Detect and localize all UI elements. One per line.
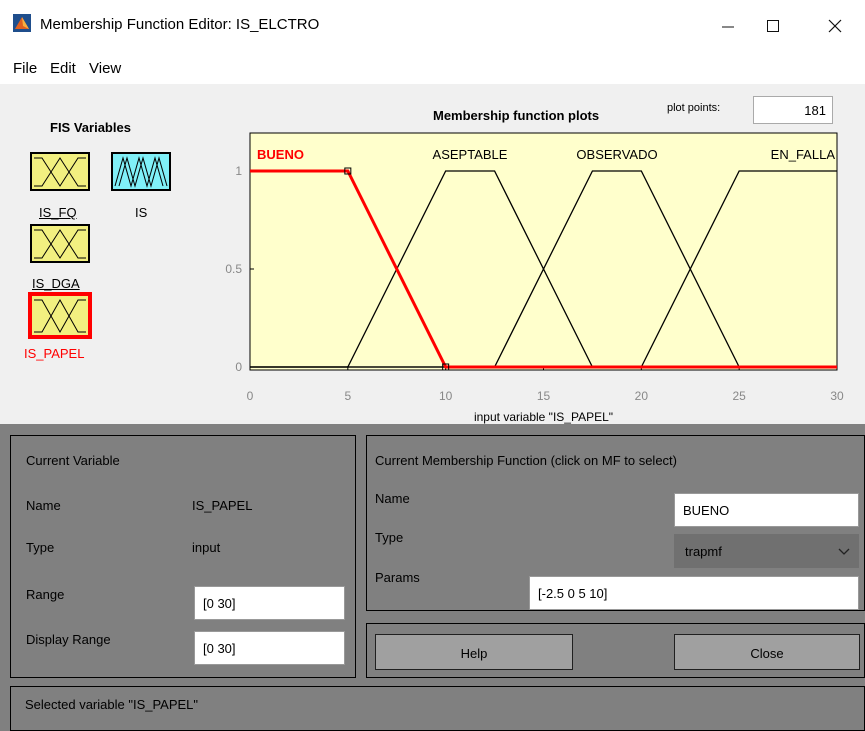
current-mf-panel: Current Membership Function (click on MF… [366, 435, 865, 611]
range-input[interactable]: [0 30] [194, 586, 345, 620]
mf-params-input[interactable]: [-2.5 0 5 10] [529, 576, 859, 610]
display-range-input[interactable]: [0 30] [194, 631, 345, 665]
help-button[interactable]: Help [375, 634, 573, 670]
display-range-label: Display Range [26, 632, 111, 647]
mf-label-observado: OBSERVADO [576, 147, 657, 162]
mf-label-aseptable: ASEPTABLE [433, 147, 508, 162]
mf-type-label: Type [375, 530, 404, 545]
plot-area [249, 132, 838, 371]
minimize-icon [722, 26, 734, 28]
membership-function-plot[interactable]: 0 5 10 15 20 25 30 0 0.5 1 input variable "IS_PAPE… [0, 84, 865, 424]
mf-params-label: Params [375, 570, 420, 585]
menu-bar: File Edit View [0, 52, 865, 84]
title-bar: Membership Function Editor: IS_ELCTRO [0, 0, 865, 52]
mf-type-select[interactable]: trapmf [674, 534, 859, 568]
minimize-button[interactable] [705, 8, 751, 44]
mf-label-en-falla: EN_FALLA [771, 147, 836, 162]
y-tick-label: 1 [235, 164, 242, 178]
mf-type-value: trapmf [685, 544, 722, 559]
matlab-logo-icon [13, 14, 31, 32]
menu-view[interactable]: View [89, 60, 121, 77]
window-title: Membership Function Editor: IS_ELCTRO [40, 16, 320, 33]
maximize-icon [767, 20, 779, 32]
y-tick-label: 0.5 [225, 262, 242, 276]
upper-area: FIS Variables IS_FQ IS IS_DGA IS_PAPEL M… [0, 84, 865, 424]
x-tick-label: 30 [830, 389, 844, 403]
range-label: Range [26, 587, 65, 602]
x-tick-label: 0 [247, 389, 254, 403]
menu-edit[interactable]: Edit [50, 60, 76, 77]
var-name-label: Name [26, 498, 61, 513]
buttons-panel: Help Close [366, 623, 865, 678]
current-mf-heading: Current Membership Function (click on MF… [375, 453, 677, 468]
status-bar: Selected variable "IS_PAPEL" [10, 686, 865, 731]
x-tick-label: 5 [344, 389, 351, 403]
x-tick-label: 25 [732, 389, 746, 403]
chevron-down-icon [838, 548, 850, 555]
x-tick-label: 10 [439, 389, 453, 403]
var-type-value: input [192, 540, 221, 555]
var-type-label: Type [26, 540, 55, 555]
current-variable-heading: Current Variable [26, 453, 120, 468]
close-window-button[interactable] [812, 8, 858, 44]
menu-file[interactable]: File [13, 60, 37, 77]
mf-name-input[interactable]: BUENO [674, 493, 859, 527]
mf-name-label: Name [375, 491, 410, 506]
current-variable-panel: Current Variable Name IS_PAPEL Type inpu… [10, 435, 356, 678]
mf-label-bueno: BUENO [257, 147, 304, 162]
var-name-value: IS_PAPEL [192, 498, 253, 513]
close-icon [828, 19, 842, 33]
x-axis-label: input variable "IS_PAPEL" [474, 410, 613, 424]
x-tick-label: 15 [537, 389, 551, 403]
close-button[interactable]: Close [674, 634, 860, 670]
lower-area: Current Variable Name IS_PAPEL Type inpu… [0, 424, 865, 731]
status-text: Selected variable "IS_PAPEL" [25, 697, 199, 712]
maximize-button[interactable] [750, 8, 796, 44]
x-tick-label: 20 [635, 389, 649, 403]
y-tick-label: 0 [235, 360, 242, 374]
